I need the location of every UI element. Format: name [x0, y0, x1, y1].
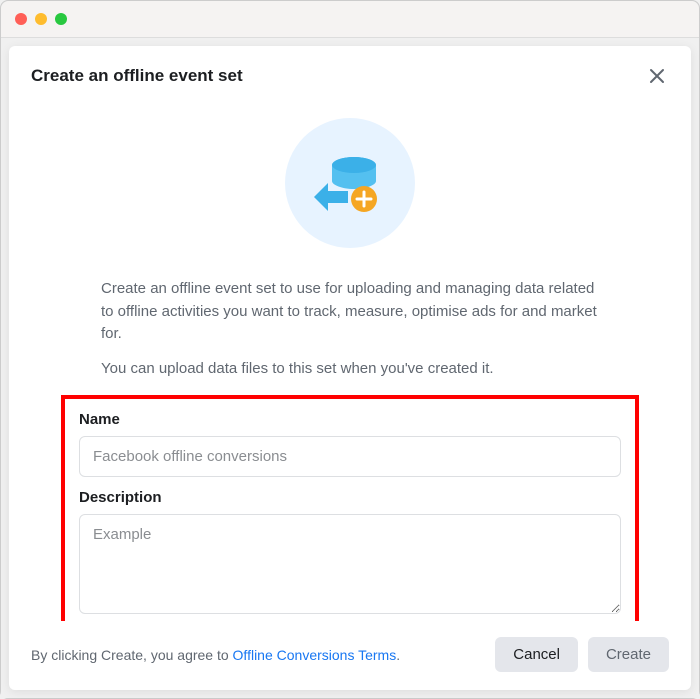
agree-text: By clicking Create, you agree to [31, 647, 233, 663]
modal-description-2: You can upload data files to this set wh… [31, 360, 669, 395]
modal-footer: By clicking Create, you agree to Offline… [9, 621, 691, 690]
modal-header: Create an offline event set [9, 46, 691, 98]
create-button[interactable]: Create [588, 637, 669, 672]
hero-icon-container [31, 98, 669, 278]
minimize-window-button[interactable] [35, 13, 47, 25]
window-controls [1, 1, 699, 38]
description-textarea[interactable]: Example [79, 514, 621, 614]
modal-body: Create an offline event set to use for u… [9, 98, 691, 621]
cancel-button[interactable]: Cancel [495, 637, 578, 672]
name-label: Name [79, 411, 621, 428]
create-offline-event-set-modal: Create an offline event set [9, 46, 691, 690]
footer-terms-text: By clicking Create, you agree to Offline… [31, 647, 400, 663]
modal-title: Create an offline event set [31, 66, 243, 86]
terms-link[interactable]: Offline Conversions Terms [233, 647, 397, 663]
app-background: Create an offline event set [1, 38, 699, 698]
close-window-button[interactable] [15, 13, 27, 25]
footer-buttons: Cancel Create [495, 637, 669, 672]
period: . [396, 647, 400, 663]
app-window: Create an offline event set [0, 0, 700, 699]
close-icon [648, 67, 666, 85]
hero-icon-circle [285, 118, 415, 248]
name-input[interactable] [79, 436, 621, 477]
description-label: Description [79, 489, 621, 506]
maximize-window-button[interactable] [55, 13, 67, 25]
database-arrow-icon [310, 143, 390, 223]
form-highlight-box: Name Description Example [61, 395, 639, 622]
modal-description-1: Create an offline event set to use for u… [31, 278, 669, 360]
close-modal-button[interactable] [645, 64, 669, 88]
